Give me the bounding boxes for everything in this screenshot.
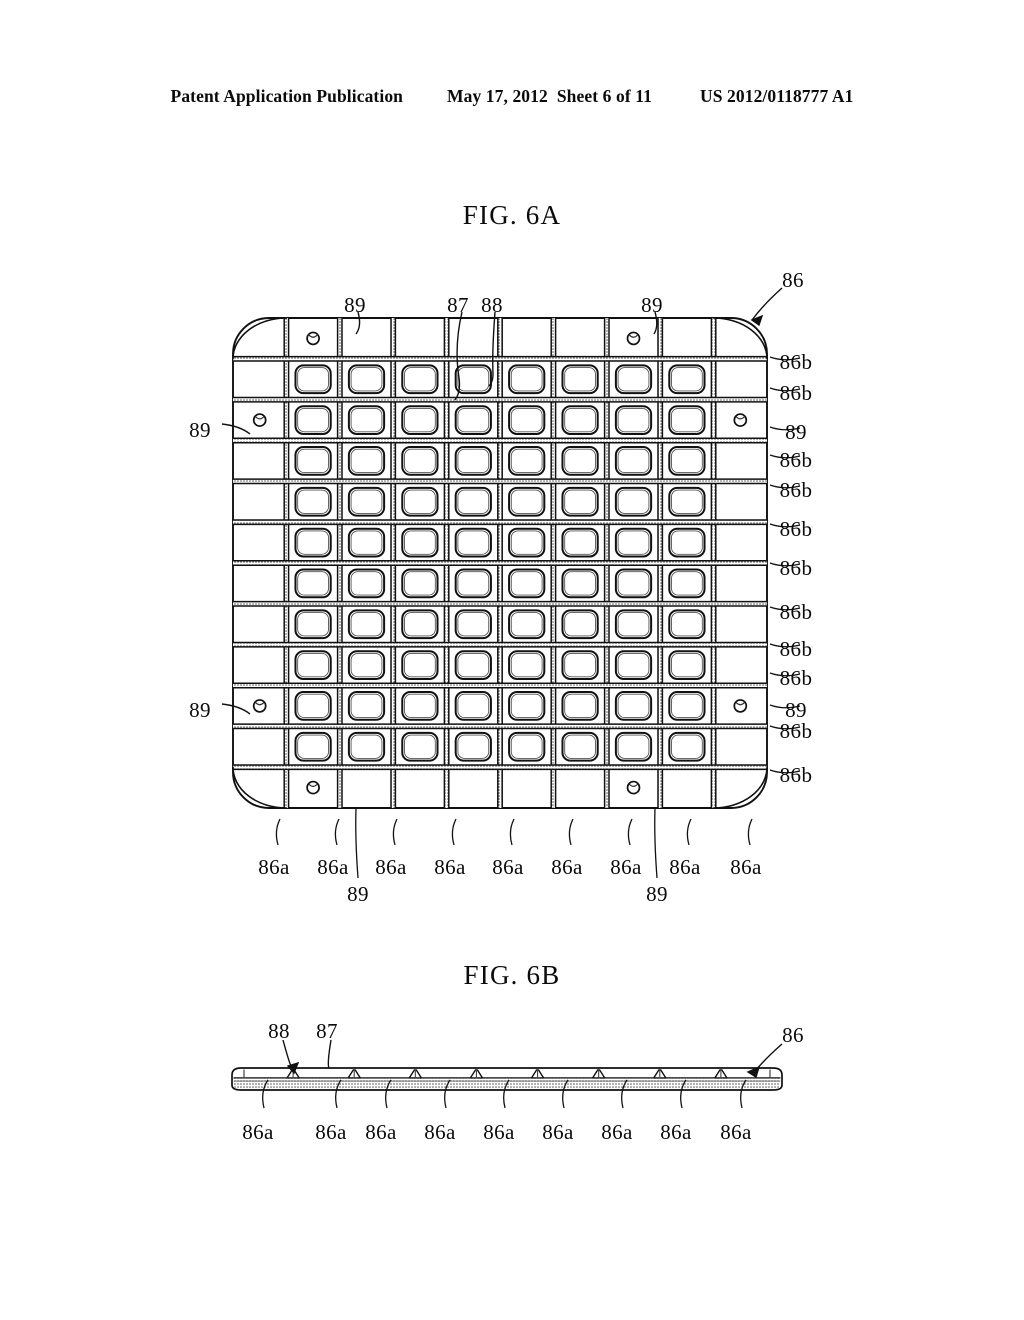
figure-6a-right-label-86b: 86b (779, 600, 813, 624)
figure-6a-right-label-86b: 86b (779, 556, 813, 580)
figure-6a-bottom-label-86a: 86a (730, 855, 762, 879)
figure-6a-right-label-89: 89 (785, 698, 807, 722)
figure-6b-bottom-label-86a: 86a (315, 1120, 347, 1144)
leader-line-5 (221, 423, 251, 435)
figure-6a-right-label-86b: 86b (779, 350, 813, 374)
figure-6a-right-label-86b: 86b (779, 381, 813, 405)
figure-6a-right-label-86b: 86b (779, 666, 813, 690)
figure-6b-bottom-label-86a: 86a (483, 1120, 515, 1144)
figure-6a-top-label-86: 86 (782, 268, 804, 292)
figure-6b-top-label-87: 87 (316, 1019, 338, 1043)
figure-6a-bottom-label-86a: 86a (669, 855, 701, 879)
figure-6b-bottom-label-86a: 86a (365, 1120, 397, 1144)
figure-6b-bottom-label-86a: 86a (720, 1120, 752, 1144)
tray-plan-body (232, 317, 768, 809)
figure-6a-right-label-86b: 86b (779, 637, 813, 661)
figure-6a-right-label-86b: 86b (779, 763, 813, 787)
figure-6b-top-label-86: 86 (782, 1023, 804, 1047)
figure-6b-top-label-88: 88 (268, 1019, 290, 1043)
figure-6a-bottom-label-86a: 86a (492, 855, 524, 879)
figure-6a-bottom-label-86a: 86a (258, 855, 290, 879)
figure-6a-drawing (0, 0, 1024, 940)
figure-6a-bottom-label-86a: 86a (375, 855, 407, 879)
figure-6a-top-label-89: 89 (344, 293, 366, 317)
figure-6b-bottom-label-86a: 86a (542, 1120, 574, 1144)
figure-6a-bottom-label-86a: 86a (551, 855, 583, 879)
figure-6b-leader-lines (262, 1039, 783, 1109)
figure-6a-right-label-89: 89 (785, 420, 807, 444)
tray-section-body (231, 1067, 783, 1091)
figure-6a-svg (221, 287, 801, 879)
figure-6a-top-label-89: 89 (641, 293, 663, 317)
figure-6a-right-label-86b: 86b (779, 517, 813, 541)
figure-6a-bottom-label-86a: 86a (317, 855, 349, 879)
figure-6a-left-label-89: 89 (189, 698, 211, 722)
figure-6b-svg (231, 1039, 783, 1109)
leader-line-4 (751, 287, 783, 321)
figure-6b-drawing (0, 960, 1024, 1200)
figure-6a-bottom-label-86a: 86a (610, 855, 642, 879)
figure-6a-right-label-86b: 86b (779, 719, 813, 743)
figure-6a-left-label-89: 89 (189, 418, 211, 442)
figure-6b-bottom-label-86a: 86a (242, 1120, 274, 1144)
figure-6b-bottom-label-86a: 86a (660, 1120, 692, 1144)
figure-6a-bottom-hole-label-89: 89 (347, 882, 369, 906)
figure-6a-bottom-hole-label-89: 89 (646, 882, 668, 906)
figure-6b-bottom-label-86a: 86a (601, 1120, 633, 1144)
leader-line-2 (488, 311, 496, 387)
figure-6a-top-label-87: 87 (447, 293, 469, 317)
figure-6a-right-label-86b: 86b (779, 478, 813, 502)
figure-6a-bottom-label-86a: 86a (434, 855, 466, 879)
leader-line-6 (221, 703, 251, 715)
figure-6a-top-label-88: 88 (481, 293, 503, 317)
figure-6a-right-label-86b: 86b (779, 448, 813, 472)
figure-6b-bottom-label-86a: 86a (424, 1120, 456, 1144)
